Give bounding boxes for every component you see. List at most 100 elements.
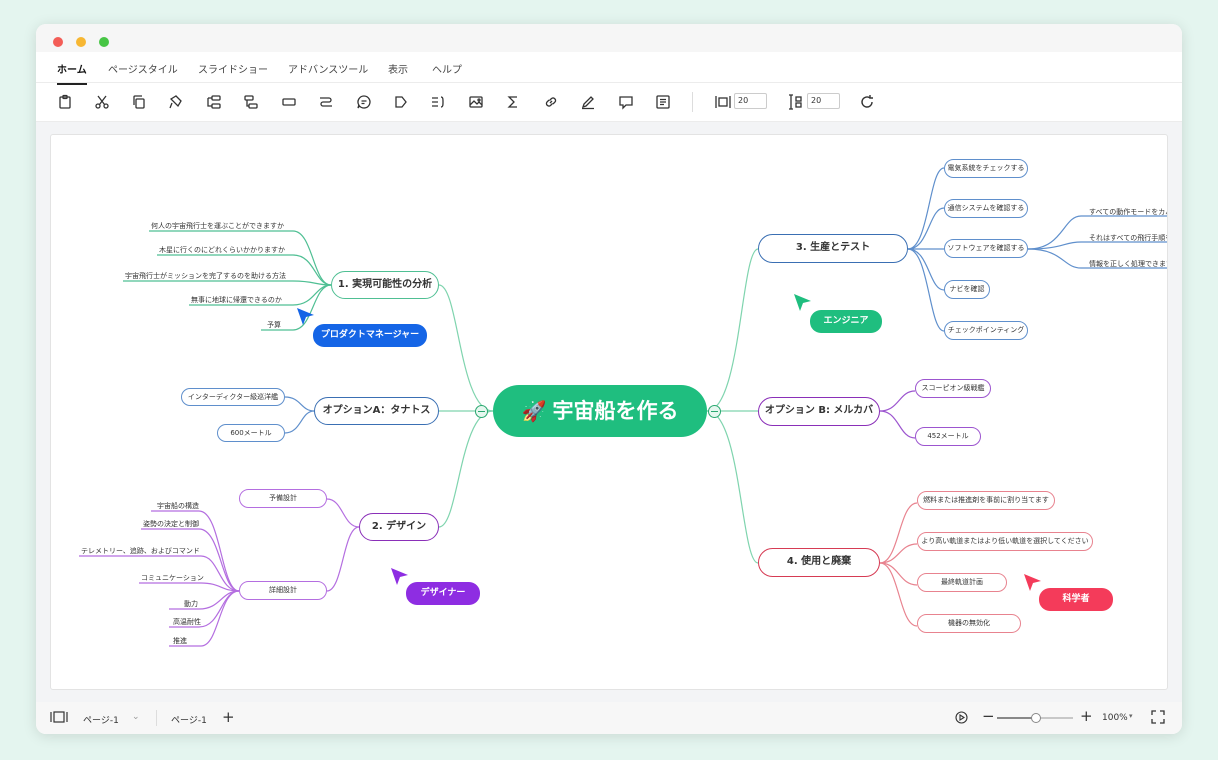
menu-bar: ホーム ページスタイル スライドショー アドバンスツール 表示 ヘルプ: [36, 52, 1182, 85]
menu-help[interactable]: ヘルプ: [432, 61, 462, 76]
mindmap-canvas[interactable]: 🚀 宇宙船を作る 1. 実現可能性の分析 何人の宇宙飛行士を運ぶことができますか …: [50, 134, 1168, 690]
topic-detailed-design[interactable]: 詳細設計: [239, 581, 327, 600]
leaf-production-5[interactable]: チェックポインティング: [944, 321, 1028, 340]
leaf-feasibility-4[interactable]: 無事に地球に帰還できるのか: [191, 295, 282, 305]
central-topic-label: 宇宙船を作る: [552, 399, 679, 423]
leaf-design-4[interactable]: コミュニケーション: [141, 573, 204, 583]
width-spacing-icon: [715, 94, 731, 110]
topic-use-dispose[interactable]: 4. 使用と廃棄: [758, 548, 880, 577]
menu-page-style[interactable]: ページスタイル: [108, 61, 178, 76]
leaf-option-a-2[interactable]: 600メートル: [217, 424, 285, 442]
floating-topic-icon[interactable]: [281, 94, 297, 110]
status-bar: ページ-1 ⌄ ページ-1 + − + 100% ▾: [36, 702, 1182, 734]
topic-option-a[interactable]: オプションA：タナトス: [314, 397, 439, 425]
subleaf-software-3[interactable]: 情報を正しく処理できます: [1089, 259, 1167, 269]
leaf-feasibility-2[interactable]: 木星に行くのにどれくらいかかりますか: [159, 245, 285, 255]
summary-icon[interactable]: [430, 94, 446, 110]
topic-feasibility[interactable]: 1. 実現可能性の分析: [331, 271, 439, 299]
fullscreen-icon[interactable]: [1151, 710, 1165, 727]
callout-icon[interactable]: [356, 94, 372, 110]
page-tab[interactable]: ページ-1: [171, 713, 207, 726]
leaf-production-2[interactable]: 通信システムを確認する: [944, 199, 1028, 218]
comment-icon[interactable]: [618, 94, 634, 110]
canvas-area: 🚀 宇宙船を作る 1. 実現可能性の分析 何人の宇宙飛行士を運ぶことができますか …: [36, 122, 1182, 702]
topic-option-b[interactable]: オプション B: メルカバ: [758, 397, 880, 426]
maximize-window-button[interactable]: [99, 37, 109, 47]
link-icon[interactable]: [543, 94, 559, 110]
leaf-option-b-1[interactable]: スコーピオン級戦艦: [915, 379, 991, 398]
leaf-design-3[interactable]: テレメトリー、追跡、およびコマンド: [81, 546, 200, 556]
toolbar-separator: [692, 92, 693, 112]
topic-production-test[interactable]: 3. 生産とテスト: [758, 234, 908, 263]
leaf-production-3[interactable]: ソフトウェアを確認する: [944, 239, 1028, 258]
refresh-icon[interactable]: [859, 94, 875, 110]
page-panel-icon[interactable]: [50, 711, 68, 726]
zoom-slider[interactable]: [997, 713, 1073, 723]
designer-tag: デザイナー: [406, 582, 480, 605]
paste-icon[interactable]: [57, 94, 73, 110]
central-topic[interactable]: 🚀 宇宙船を作る: [493, 385, 707, 437]
engineer-cursor-icon: [793, 293, 813, 313]
relationship-icon[interactable]: [318, 94, 334, 110]
play-icon[interactable]: [955, 711, 968, 727]
height-spacing-input[interactable]: 20: [807, 93, 840, 109]
cut-icon[interactable]: [94, 94, 110, 110]
collapse-left-button[interactable]: [475, 405, 488, 418]
engineer-tag: エンジニア: [810, 310, 882, 333]
leaf-use-2[interactable]: より高い軌道またはより低い軌道を選択してください: [917, 532, 1093, 551]
menu-slideshow[interactable]: スライドショー: [198, 61, 268, 76]
zoom-level[interactable]: 100%: [1102, 713, 1128, 723]
zoom-in-icon[interactable]: +: [1080, 707, 1093, 725]
format-painter-icon[interactable]: [168, 94, 184, 110]
app-window: ホーム ページスタイル スライドショー アドバンスツール 表示 ヘルプ 20 2…: [36, 24, 1182, 734]
leaf-production-1[interactable]: 電気系統をチェックする: [944, 159, 1028, 178]
leaf-use-3[interactable]: 最終軌道計画: [917, 573, 1007, 592]
rocket-icon: 🚀: [521, 399, 547, 423]
leaf-design-5[interactable]: 動力: [184, 599, 198, 609]
image-icon[interactable]: [468, 94, 484, 110]
zoom-dropdown-icon[interactable]: ▾: [1129, 712, 1133, 720]
copy-icon[interactable]: [131, 94, 147, 110]
topic-design[interactable]: 2. デザイン: [359, 513, 439, 541]
zoom-out-icon[interactable]: −: [982, 707, 995, 725]
title-bar: [36, 24, 1182, 52]
subleaf-software-2[interactable]: それはすべての飛行手順を: [1089, 233, 1167, 243]
close-window-button[interactable]: [53, 37, 63, 47]
leaf-design-1[interactable]: 宇宙船の構造: [157, 501, 199, 511]
leaf-production-4[interactable]: ナビを確認: [944, 280, 990, 299]
minimize-window-button[interactable]: [76, 37, 86, 47]
label-icon[interactable]: [393, 94, 409, 110]
menu-advanced-tools[interactable]: アドバンスツール: [288, 61, 368, 76]
topic-preliminary-design[interactable]: 予備設計: [239, 489, 327, 508]
designer-cursor-icon: [390, 567, 410, 587]
leaf-feasibility-3[interactable]: 宇宙飛行士がミッションを完了するのを助ける方法: [125, 271, 286, 281]
width-spacing-input[interactable]: 20: [734, 93, 767, 109]
add-page-icon[interactable]: +: [222, 708, 235, 726]
leaf-design-6[interactable]: 高温耐性: [173, 617, 201, 627]
leaf-design-7[interactable]: 推進: [173, 636, 187, 646]
page-select[interactable]: ページ-1: [83, 713, 119, 726]
subleaf-software-1[interactable]: すべての動作モードをカバ: [1089, 207, 1167, 217]
note-icon[interactable]: [655, 94, 671, 110]
scientist-cursor-icon: [1023, 573, 1043, 593]
leaf-feasibility-5[interactable]: 予算: [267, 320, 281, 330]
leaf-use-4[interactable]: 機器の無効化: [917, 614, 1021, 633]
leaf-use-1[interactable]: 燃料または推進剤を事前に割り当てます: [917, 491, 1055, 510]
zoom-slider-thumb[interactable]: [1031, 713, 1041, 723]
scientist-tag: 科学者: [1039, 588, 1113, 611]
leaf-option-a-1[interactable]: インターディクター級巡洋艦: [181, 388, 285, 406]
add-subtopic-icon[interactable]: [243, 94, 259, 110]
pen-icon[interactable]: [580, 94, 596, 110]
chevron-down-icon[interactable]: ⌄: [132, 712, 140, 722]
formula-icon[interactable]: [505, 94, 521, 110]
height-spacing-icon: [787, 94, 803, 110]
add-topic-icon[interactable]: [206, 94, 222, 110]
menu-view[interactable]: 表示: [388, 61, 408, 76]
menu-home[interactable]: ホーム: [57, 61, 87, 85]
collapse-right-button[interactable]: [708, 405, 721, 418]
leaf-option-b-2[interactable]: 452メートル: [915, 427, 981, 446]
leaf-feasibility-1[interactable]: 何人の宇宙飛行士を運ぶことができますか: [151, 221, 284, 231]
pm-tag: プロダクトマネージャー: [313, 324, 427, 347]
leaf-design-2[interactable]: 姿勢の決定と制御: [143, 519, 199, 529]
pm-cursor-icon: [296, 307, 316, 327]
